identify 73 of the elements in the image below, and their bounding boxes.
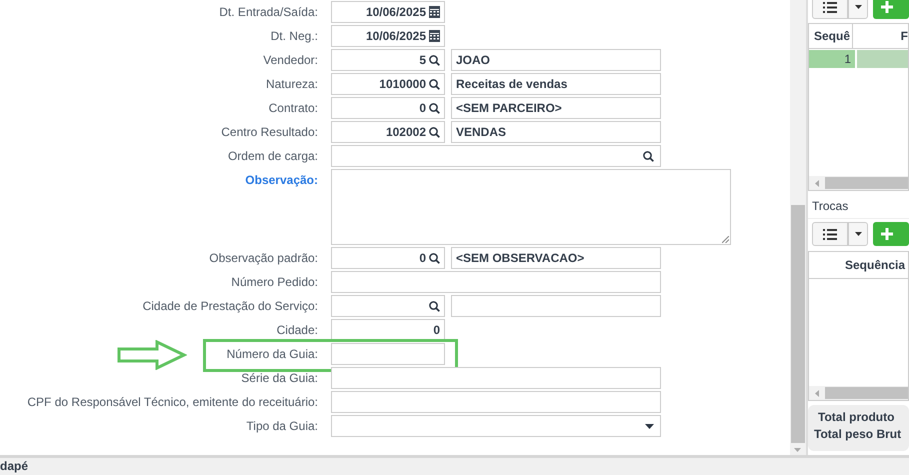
field-label: Ordem de carga: (228, 149, 318, 163)
code-field[interactable]: 102002 (331, 121, 445, 143)
calendar-icon[interactable] (429, 6, 440, 18)
add-button[interactable] (873, 0, 909, 19)
text-field[interactable] (331, 391, 661, 413)
field-label: Cidade: (276, 323, 318, 337)
scrollbar[interactable] (790, 0, 806, 455)
field-label: Tipo da Guia: (246, 419, 318, 433)
field-label: Contrato: (268, 101, 318, 115)
text-field[interactable] (331, 271, 661, 293)
dropdown-button[interactable] (848, 0, 868, 19)
code-field[interactable]: 5 (331, 49, 445, 71)
total-label: Total peso Brut (814, 426, 902, 443)
field-label: Número Pedido: (231, 275, 318, 289)
date-field[interactable]: 10/06/2025 (331, 25, 445, 47)
field-label: Observação: (245, 173, 318, 187)
plus-icon (881, 228, 894, 240)
search-icon[interactable] (429, 300, 440, 312)
field-label: Vendedor: (263, 53, 318, 67)
field-label: Número da Guia: (226, 347, 318, 361)
scroll-left-icon[interactable] (815, 390, 819, 396)
field-label: Dt. Entrada/Saída: (219, 5, 318, 19)
date-field[interactable]: 10/06/2025 (331, 1, 445, 23)
text-area[interactable] (331, 169, 731, 245)
list-icon (822, 228, 837, 240)
field-label: Observação padrão: (209, 251, 318, 265)
scrollbar[interactable] (809, 386, 908, 400)
description-field[interactable] (451, 295, 661, 317)
code-field[interactable]: 0 (331, 97, 445, 119)
lookup-field[interactable] (331, 145, 661, 167)
field-label: Cidade de Prestação do Serviço: (142, 299, 318, 313)
search-icon[interactable] (429, 252, 440, 264)
code-field[interactable]: 0 (331, 247, 445, 269)
calendar-icon[interactable] (429, 30, 440, 42)
field-label: CPF do Responsável Técnico, emitente do receituário: (27, 395, 318, 409)
add-button[interactable] (873, 222, 909, 246)
search-icon[interactable] (429, 102, 440, 114)
description-field[interactable]: <SEM OBSERVACAO> (451, 247, 661, 269)
caret-icon (854, 232, 862, 236)
description-field[interactable]: VENDAS (451, 121, 661, 143)
scroll-down-icon[interactable] (794, 448, 801, 452)
scrollbar[interactable] (809, 176, 908, 190)
column-header[interactable]: F (852, 29, 908, 43)
description-field[interactable]: JOAO (451, 49, 661, 71)
column-header[interactable]: Sequê (809, 24, 853, 48)
total-label: Total produto (817, 409, 896, 426)
plus-icon (881, 1, 894, 13)
dropdown-field[interactable] (331, 415, 661, 437)
description-field[interactable]: Receitas de vendas (451, 73, 661, 95)
text-field[interactable] (331, 343, 445, 365)
dropdown-button[interactable] (848, 222, 868, 246)
list-button[interactable] (812, 222, 848, 246)
text-field[interactable] (331, 367, 661, 389)
caret-icon[interactable] (645, 424, 654, 428)
search-icon[interactable] (643, 150, 654, 162)
field-label: Série da Guia: (241, 371, 318, 385)
description-field[interactable]: <SEM PARCEIRO> (451, 97, 661, 119)
footer-title: dapé (0, 458, 28, 475)
field-label: Dt. Neg.: (270, 29, 318, 43)
list-icon (822, 2, 837, 12)
column-header[interactable]: Sequência (845, 258, 906, 272)
field-label: Natureza: (266, 77, 318, 91)
code-field[interactable] (331, 295, 445, 317)
scroll-left-icon[interactable] (815, 180, 819, 186)
list-button[interactable] (812, 0, 848, 19)
search-icon[interactable] (429, 126, 440, 138)
number-field[interactable]: 0 (331, 319, 445, 341)
code-field[interactable]: 1010000 (331, 73, 445, 95)
field-label: Centro Resultado: (221, 125, 318, 139)
search-icon[interactable] (429, 54, 440, 66)
caret-icon (854, 5, 862, 9)
search-icon[interactable] (429, 78, 440, 90)
resize-handle-icon[interactable] (722, 236, 729, 243)
